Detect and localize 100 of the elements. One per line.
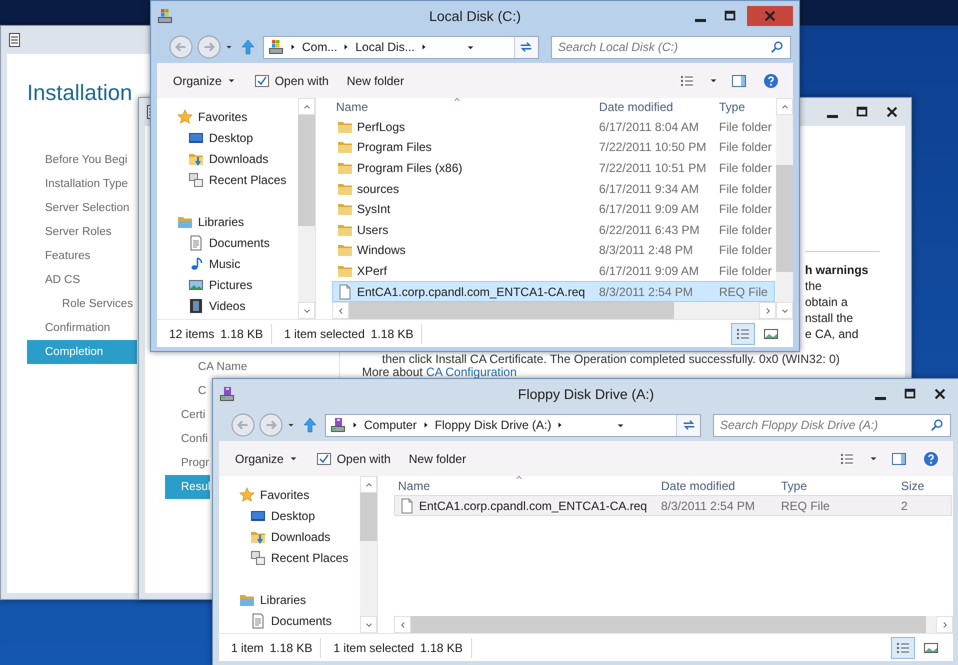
scrollbar-thumb[interactable]	[360, 493, 377, 541]
file-row[interactable]: Windows 8/3/2011 2:48 PM File folder	[332, 240, 775, 261]
wizard-step[interactable]: Server Roles	[27, 220, 137, 244]
chevron-right-icon	[289, 43, 297, 51]
name-column-header[interactable]: Name	[394, 476, 657, 494]
wizard-step[interactable]: Before You Begi	[27, 148, 137, 172]
nav-item[interactable]: Videos	[157, 295, 298, 316]
size-column-header[interactable]: Size	[897, 476, 937, 494]
toolbar-button[interactable]: New folder	[408, 448, 466, 470]
breadcrumb-item[interactable]: Local Dis...	[355, 38, 415, 56]
toolbar-button[interactable]: Open with	[254, 70, 329, 92]
refresh-button[interactable]	[676, 414, 700, 436]
configuration-link[interactable]: CA Configuration	[426, 365, 517, 379]
file-row[interactable]: sources 6/17/2011 9:34 AM File folder	[332, 178, 775, 199]
film-icon	[188, 298, 204, 314]
result-heading: h warnings	[805, 262, 870, 278]
file-row[interactable]: Users 6/22/2011 6:43 PM File folder	[332, 220, 775, 240]
nav-item[interactable]: Favorites	[219, 484, 360, 505]
nav-item[interactable]: Favorites	[157, 106, 298, 127]
stacked-windows-icon	[250, 550, 266, 566]
nav-item[interactable]: Music	[157, 253, 298, 274]
forward-button[interactable]	[259, 413, 283, 437]
toolbar-button[interactable]: New folder	[346, 70, 404, 92]
scrollbar-thumb[interactable]	[776, 165, 793, 272]
scroll-left-button[interactable]	[332, 302, 349, 319]
file-row[interactable]: SysInt 6/17/2011 9:09 AM File folder	[332, 198, 775, 220]
date-column-header[interactable]: Date modified	[657, 476, 777, 494]
breadcrumb-item[interactable]: Floppy Disk Drive (A:)	[434, 416, 552, 434]
address-bar[interactable]: Com... Local Dis...	[263, 36, 539, 58]
nav-item[interactable]: Downloads	[219, 526, 360, 547]
nav-item[interactable]: Libraries	[219, 589, 360, 610]
date-column-header[interactable]: Date modified	[595, 98, 715, 116]
type-column-header[interactable]: Type	[777, 476, 897, 494]
nav-item[interactable]: Libraries	[157, 211, 298, 232]
wizard-step[interactable]: CA Name	[165, 355, 248, 379]
star-icon	[177, 108, 193, 124]
nav-item[interactable]: Documents	[219, 610, 360, 631]
vertical-scrollbar[interactable]	[776, 98, 793, 319]
date-modified: 6/22/2011 6:43 PM	[598, 222, 701, 239]
wizard-step[interactable]: Progr	[165, 451, 210, 475]
scrollbar-thumb[interactable]	[298, 115, 315, 226]
type-column-header[interactable]: Type	[715, 98, 777, 116]
details-view-button[interactable]	[731, 322, 755, 344]
back-button[interactable]	[231, 413, 255, 437]
details-view-button[interactable]	[891, 636, 915, 658]
file-row[interactable]: PerfLogs 6/17/2011 8:04 AM File folder	[332, 116, 775, 138]
vertical-scrollbar[interactable]	[298, 98, 315, 319]
name-column-header[interactable]: Name	[332, 98, 595, 116]
wizard-step[interactable]: Server Selection	[27, 196, 137, 220]
nav-item[interactable]: Desktop	[219, 505, 360, 526]
scroll-up-button[interactable]	[298, 98, 315, 115]
file-row[interactable]: XPerf 6/17/2011 9:09 AM File folder	[332, 260, 775, 282]
toolbar-button[interactable]: Organize	[235, 448, 298, 470]
vertical-scrollbar[interactable]	[360, 476, 377, 633]
file-row[interactable]: Program Files 7/22/2011 10:50 PM File folder	[332, 137, 775, 158]
back-button[interactable]	[169, 35, 193, 59]
wizard-step[interactable]: C	[165, 379, 206, 403]
address-bar[interactable]: Computer Floppy Disk Drive (A:)	[325, 414, 701, 436]
horizontal-scrollbar[interactable]	[332, 302, 776, 319]
preview-pane-icon	[731, 72, 747, 88]
help-icon	[923, 450, 939, 466]
wizard-step[interactable]: Installation Type	[27, 172, 137, 196]
nav-item[interactable]: Desktop	[157, 127, 298, 148]
scroll-right-button[interactable]	[936, 616, 953, 633]
date-modified: 7/22/2011 10:51 PM	[598, 160, 708, 178]
nav-item[interactable]: Documents	[157, 232, 298, 253]
search-box[interactable]: Search Local Disk (C:)	[551, 36, 791, 58]
wizard-step[interactable]: Certi	[165, 403, 206, 427]
file-row[interactable]: Program Files (x86) 7/22/2011 10:51 PM File folder	[332, 158, 775, 178]
refresh-button[interactable]	[514, 36, 538, 58]
nav-item[interactable]: Recent Places	[157, 169, 298, 190]
refresh-icon	[682, 418, 696, 432]
scroll-left-button[interactable]	[394, 616, 411, 633]
forward-button[interactable]	[197, 35, 221, 59]
scroll-down-button[interactable]	[360, 616, 377, 633]
wizard-step[interactable]: Role Services	[27, 292, 137, 316]
file-name: Users	[357, 222, 388, 239]
scroll-up-button[interactable]	[776, 98, 793, 115]
toolbar-button[interactable]: Open with	[316, 448, 391, 470]
toolbar-button[interactable]: Organize	[173, 70, 236, 92]
breadcrumb-item[interactable]: Com...	[302, 38, 338, 56]
file-row[interactable]: EntCA1.corp.cpandl.com_ENTCA1-CA.req 8/3/2011 2:54 PM REQ File 2	[394, 495, 952, 516]
wizard-step[interactable]: Confirmation	[27, 316, 137, 340]
nav-item[interactable]: Downloads	[157, 148, 298, 169]
wizard-step[interactable]: Features	[27, 244, 137, 268]
scroll-down-button[interactable]	[298, 302, 315, 319]
nav-item[interactable]: Recent Places	[219, 547, 360, 568]
file-type: File folder	[718, 222, 773, 239]
scroll-down-button[interactable]	[776, 302, 793, 319]
scrollbar-thumb[interactable]	[349, 302, 674, 319]
scroll-right-button[interactable]	[759, 302, 776, 319]
folder-icon	[337, 263, 353, 280]
search-box[interactable]: Search Floppy Disk Drive (A:)	[713, 414, 951, 436]
file-row[interactable]: EntCA1.corp.cpandl.com_ENTCA1-CA.req 8/3/2011 2:54 PM REQ File	[332, 281, 775, 302]
breadcrumb-item[interactable]: Computer	[364, 416, 417, 434]
scroll-up-button[interactable]	[360, 476, 377, 493]
stacked-windows-icon	[188, 172, 204, 188]
wizard-step[interactable]: Confi	[165, 427, 208, 451]
nav-item[interactable]: Pictures	[157, 274, 298, 295]
wizard-step[interactable]: AD CS	[27, 268, 137, 292]
